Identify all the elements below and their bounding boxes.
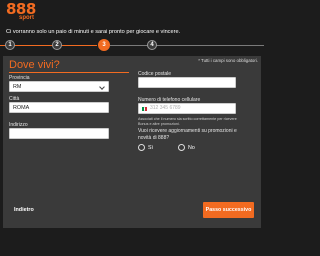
city-value: ROMA [13,104,30,111]
chevron-down-icon [99,84,105,90]
radio-yes-label: Sì [148,144,154,151]
next-step-button[interactable]: Passo successivo [203,202,254,218]
address-input[interactable] [9,128,109,139]
step-3-active: 3 [98,39,110,51]
radio-no[interactable] [178,144,185,151]
promo-yes-option[interactable]: Sì [138,144,153,151]
postal-code-input[interactable] [138,77,236,88]
brand-logo: 888 sport [6,2,36,22]
phone-placeholder: 312 345 6789 [150,105,181,111]
form-title: Dove vivi? [9,59,60,71]
italy-flag-icon [142,107,148,111]
progress-stepper: 1 2 3 4 [0,38,264,52]
province-select[interactable]: RM [9,81,109,92]
back-button[interactable]: Indietro [14,207,34,213]
radio-no-label: No [188,144,195,151]
step-2: 2 [52,40,62,50]
radio-yes[interactable] [138,144,145,151]
required-note: * Tutti i campi sono obbligatori. [198,58,258,63]
page-subtitle: Ci vorranno solo un paio di minuti e sar… [6,29,181,35]
phone-note: Associati che il numero sia scritto corr… [138,117,237,126]
step-line-pending [110,45,264,46]
promo-question: Vuoi ricevere aggiornamenti su promozion… [138,128,237,141]
phone-input[interactable]: 312 345 6789 [138,103,236,114]
city-input[interactable]: ROMA [9,102,109,113]
promo-no-option[interactable]: No [178,144,195,151]
title-divider [9,72,129,73]
step-1: 1 [5,40,15,50]
header: 888 sport [0,0,264,26]
logo-sub: sport [19,15,34,21]
step-4: 4 [147,40,157,50]
province-value: RM [13,83,22,90]
